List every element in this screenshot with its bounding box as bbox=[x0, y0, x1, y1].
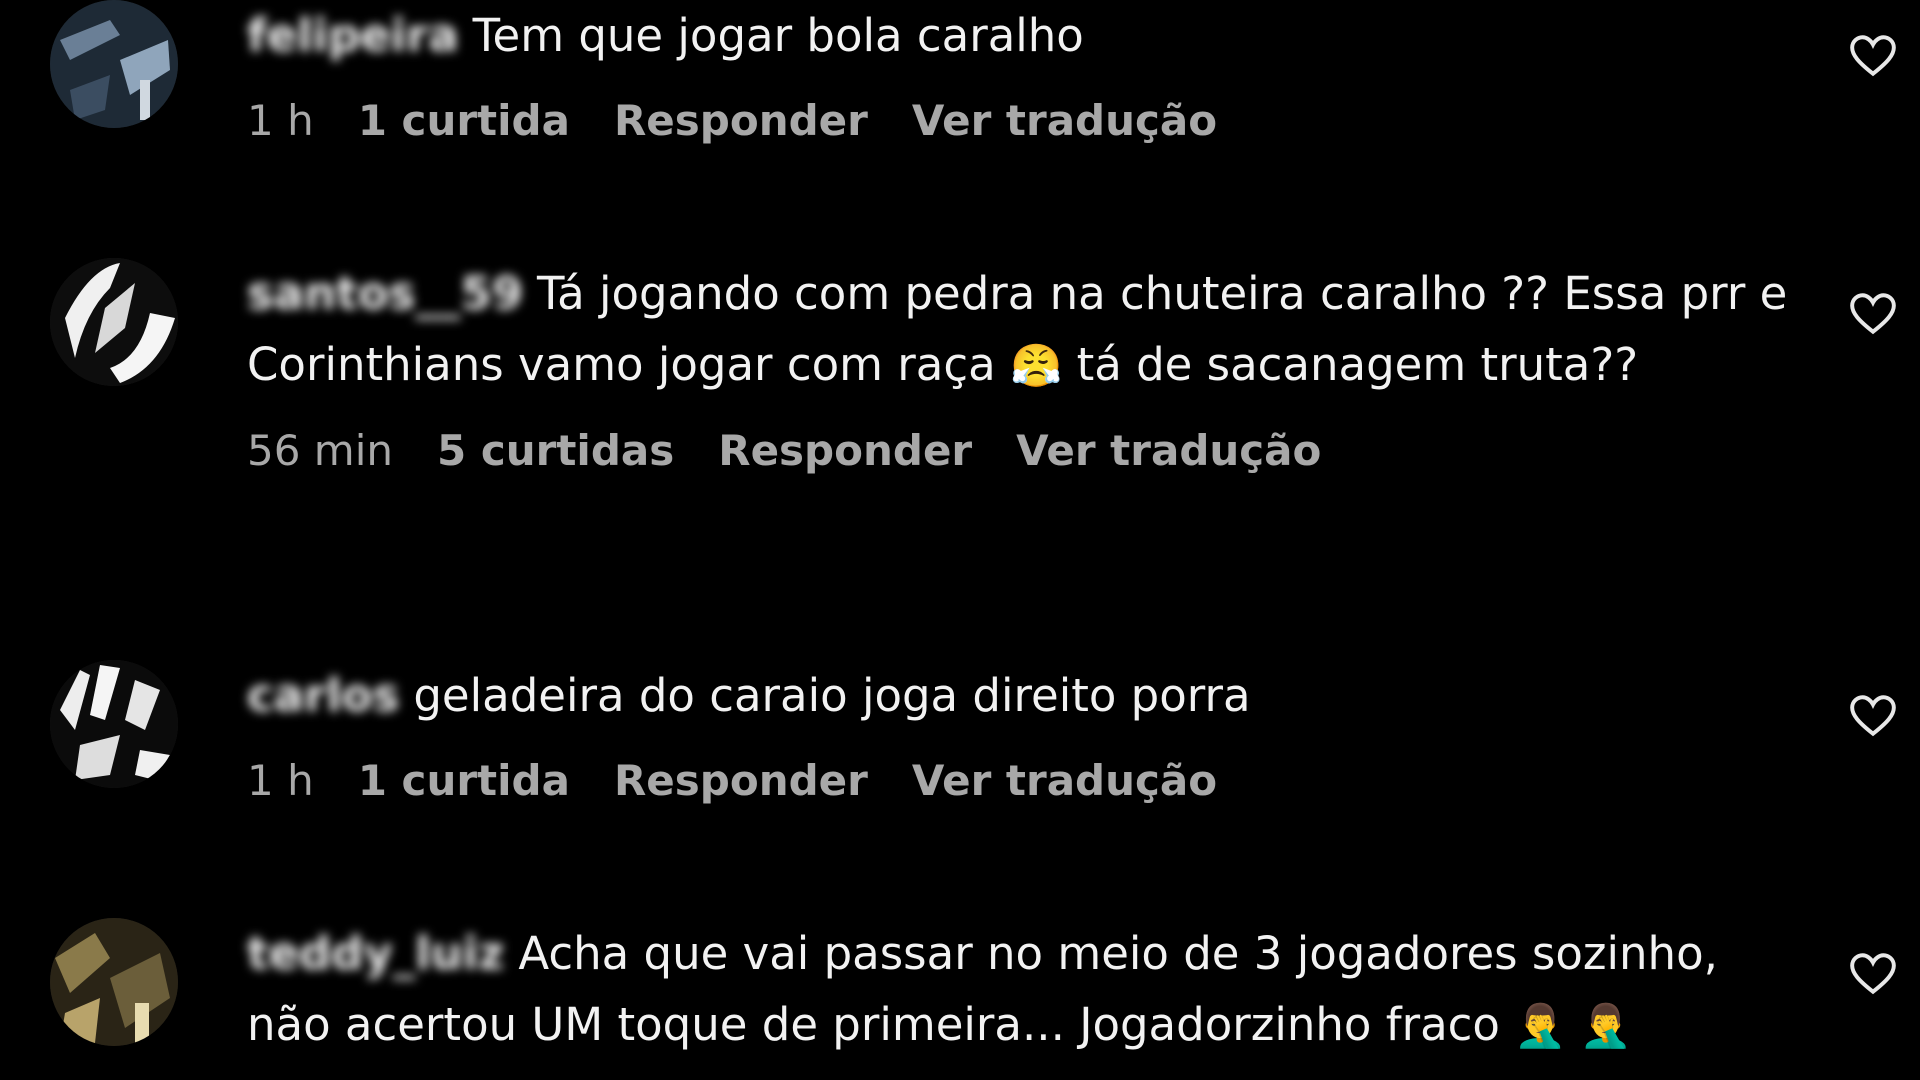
heart-outline-icon[interactable] bbox=[1848, 289, 1898, 339]
comment-username[interactable]: felipeira bbox=[247, 9, 459, 62]
avatar-image bbox=[50, 0, 178, 128]
reply-button[interactable]: Responder bbox=[718, 426, 972, 475]
avatar[interactable] bbox=[50, 918, 178, 1046]
heart-outline-icon-graphic bbox=[1850, 953, 1896, 995]
comment-username[interactable]: santos__59 bbox=[247, 267, 523, 320]
comment-text-line: teddy_luiz Acha que vai passar no meio de… bbox=[247, 918, 1807, 1061]
comment-time: 1 h bbox=[247, 756, 314, 805]
heart-outline-icon[interactable] bbox=[1848, 949, 1898, 999]
comments-feed: felipeira Tem que jogar bola caralho 1 h1… bbox=[0, 0, 1920, 1080]
heart-outline-icon[interactable] bbox=[1848, 691, 1898, 741]
comment-text-line: santos__59 Tá jogando com pedra na chutei… bbox=[247, 258, 1807, 401]
avatar-image bbox=[50, 918, 178, 1046]
comment-username[interactable]: teddy_luiz bbox=[247, 927, 504, 980]
comment-body: teddy_luiz Acha que vai passar no meio de… bbox=[247, 918, 1807, 1061]
reply-button[interactable]: Responder bbox=[614, 96, 868, 145]
translate-button[interactable]: Ver tradução bbox=[912, 756, 1217, 805]
comment-text-line: felipeira Tem que jogar bola caralho bbox=[247, 0, 1807, 71]
comment-likes[interactable]: 1 curtida bbox=[358, 96, 570, 145]
avatar[interactable] bbox=[50, 258, 178, 386]
comment-text: geladeira do caraio joga direito porra bbox=[413, 669, 1251, 722]
comment-username[interactable]: carlos bbox=[247, 669, 399, 722]
reply-button[interactable]: Responder bbox=[614, 756, 868, 805]
comment-body: felipeira Tem que jogar bola caralho 1 h1… bbox=[247, 0, 1807, 149]
avatar-image bbox=[50, 660, 178, 788]
comment-time: 56 min bbox=[247, 426, 393, 475]
heart-outline-icon-graphic bbox=[1850, 293, 1896, 335]
comment-meta: 1 h 1 curtida Responder Ver tradução bbox=[247, 93, 1807, 149]
emoji: 😤 bbox=[1009, 341, 1063, 390]
comment-likes[interactable]: 1 curtida bbox=[358, 756, 570, 805]
comment-meta: 1 h 1 curtida Responder Ver tradução bbox=[247, 753, 1807, 809]
avatar[interactable] bbox=[50, 0, 178, 128]
avatar-image bbox=[50, 258, 178, 386]
comment-body: santos__59 Tá jogando com pedra na chutei… bbox=[247, 258, 1807, 479]
comment-body: carlos geladeira do caraio joga direito p… bbox=[247, 660, 1807, 809]
comment-text: Tem que jogar bola caralho bbox=[472, 9, 1084, 62]
translate-button[interactable]: Ver tradução bbox=[1016, 426, 1321, 475]
comment-text-line: carlos geladeira do caraio joga direito p… bbox=[247, 660, 1807, 731]
comment-time: 1 h bbox=[247, 96, 314, 145]
translate-button[interactable]: Ver tradução bbox=[912, 96, 1217, 145]
comment-meta: 56 min 5 curtidas Responder Ver tradução bbox=[247, 423, 1807, 479]
heart-outline-icon-graphic bbox=[1850, 695, 1896, 737]
emoji: 🤦‍♂️ 🤦‍♂️ bbox=[1514, 1001, 1633, 1050]
heart-outline-icon-graphic bbox=[1850, 35, 1896, 77]
comment-likes[interactable]: 5 curtidas bbox=[437, 426, 674, 475]
comment-text: tá de sacanagem truta?? bbox=[1076, 338, 1639, 391]
avatar[interactable] bbox=[50, 660, 178, 788]
heart-outline-icon[interactable] bbox=[1848, 31, 1898, 81]
